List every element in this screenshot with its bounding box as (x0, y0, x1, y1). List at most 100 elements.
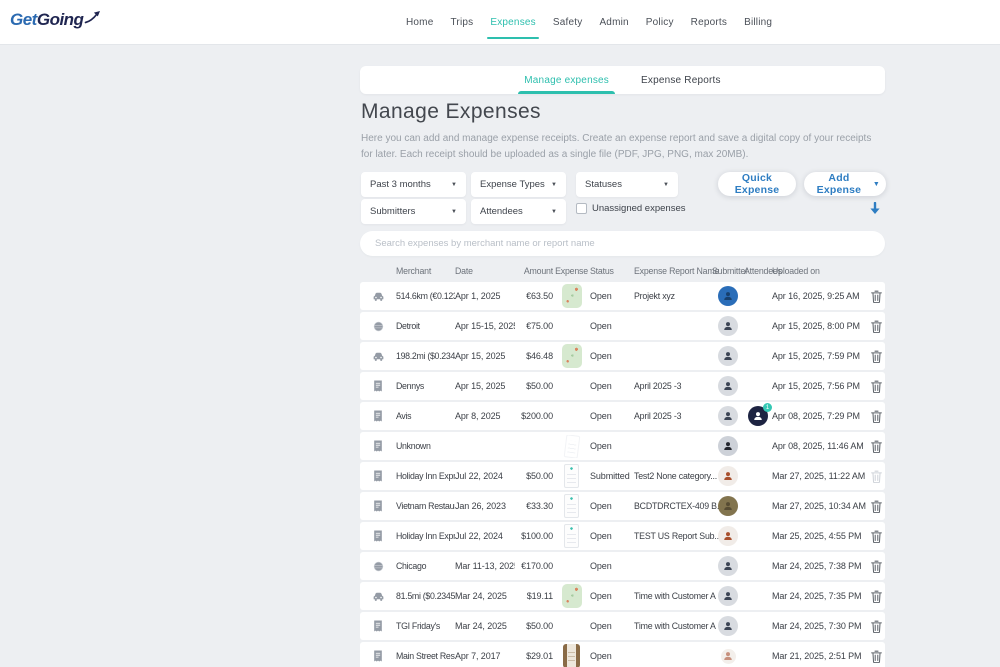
table-row[interactable]: Main Street Rest...Apr 7, 2017$29.01Open… (360, 642, 885, 667)
unassigned-expenses-label: Unassigned expenses (592, 203, 685, 214)
chevron-down-icon: ▼ (873, 181, 880, 188)
column-header-uploaded-on: Uploaded on (772, 266, 868, 276)
delete-expense-button[interactable] (868, 590, 885, 603)
search-input[interactable] (360, 231, 885, 256)
table-row[interactable]: 81.5mi ($0.2345...Mar 24, 2025$19.11Open… (360, 582, 885, 610)
receipt-thumbnail[interactable] (553, 584, 590, 608)
delete-expense-button[interactable] (868, 530, 885, 543)
delete-expense-button[interactable] (868, 380, 885, 393)
table-row[interactable]: UnknownOpenApr 08, 2025, 11:46 AM (360, 432, 885, 460)
download-arrow-icon (869, 202, 881, 216)
expense-amount: €75.00 (515, 321, 553, 331)
delete-expense-button[interactable] (868, 440, 885, 453)
table-row[interactable]: DetroitApr 15-15, 2025€75.00OpenApr 15, … (360, 312, 885, 340)
download-expenses-button[interactable] (869, 202, 881, 219)
receipt-icon (360, 620, 396, 632)
quick-expense-button[interactable]: Quick Expense (718, 172, 796, 196)
nav-item-admin[interactable]: Admin (599, 0, 628, 45)
nav-item-policy[interactable]: Policy (646, 0, 674, 45)
unassigned-expenses-control: Unassigned expenses (576, 203, 685, 214)
expense-date: Mar 24, 2025 (455, 591, 515, 601)
nav-item-reports[interactable]: Reports (691, 0, 727, 45)
submitter-avatar (712, 466, 744, 486)
submitter-avatar (712, 376, 744, 396)
trip-icon (360, 561, 396, 572)
nav-item-trips[interactable]: Trips (450, 0, 473, 45)
attendees-filter[interactable]: Attendees ▼ (471, 199, 566, 224)
tab-expense-reports[interactable]: Expense Reports (638, 66, 724, 94)
receipt-thumbnail[interactable] (553, 644, 590, 667)
date-range-filter[interactable]: Past 3 months ▼ (361, 172, 466, 197)
submitter-avatar (712, 406, 744, 426)
nav-item-expenses[interactable]: Expenses (490, 0, 536, 45)
statuses-filter-value: Statuses (585, 179, 622, 190)
tab-manage-expenses[interactable]: Manage expenses (521, 66, 612, 94)
delete-expense-button[interactable] (868, 290, 885, 303)
submitter-avatar (712, 616, 744, 636)
delete-expense-button[interactable] (868, 500, 885, 513)
submitters-filter[interactable]: Submitters ▼ (361, 199, 466, 224)
status-label: Open (590, 291, 634, 301)
submitter-avatar (712, 496, 744, 516)
receipt-thumbnail[interactable] (553, 464, 590, 488)
table-row[interactable]: DennysApr 15, 2025$50.00OpenApril 2025 -… (360, 372, 885, 400)
table-row[interactable]: Holiday Inn Expr...Jul 22, 2024$100.00Op… (360, 522, 885, 550)
nav-item-home[interactable]: Home (406, 0, 433, 45)
uploaded-timestamp: Mar 24, 2025, 7:30 PM (772, 621, 868, 631)
uploaded-timestamp: Apr 15, 2025, 7:59 PM (772, 351, 868, 361)
merchant-name: Avis (396, 411, 455, 421)
statuses-filter[interactable]: Statuses ▼ (576, 172, 678, 197)
expense-report-name: TEST US Report Sub... (634, 531, 712, 541)
expense-date: Apr 7, 2017 (455, 651, 515, 661)
main-nav: Home Trips Expenses Safety Admin Policy … (406, 0, 772, 45)
delete-expense-button[interactable] (868, 320, 885, 333)
delete-expense-button[interactable] (868, 350, 885, 363)
uploaded-timestamp: Mar 24, 2025, 7:38 PM (772, 561, 868, 571)
table-row[interactable]: Vietnam Restaur...Jan 26, 2023€33.30Open… (360, 492, 885, 520)
mileage-icon (360, 591, 396, 602)
nav-item-billing[interactable]: Billing (744, 0, 772, 45)
attendees-cell: 1 (744, 406, 772, 426)
submitter-avatar (712, 586, 744, 606)
unassigned-expenses-checkbox[interactable] (576, 203, 587, 214)
column-header-attendees: Attendees (744, 266, 772, 276)
submitter-avatar (712, 436, 744, 456)
expense-date: Apr 15-15, 2025 (455, 321, 515, 331)
table-row[interactable]: TGI Friday'sMar 24, 2025$50.00OpenTime w… (360, 612, 885, 640)
add-expense-button[interactable]: Add Expense ▼ (804, 172, 886, 196)
expense-date: Apr 15, 2025 (455, 351, 515, 361)
delete-expense-button[interactable] (868, 650, 885, 663)
table-row[interactable]: Holiday Inn Expr...Jul 22, 2024$50.00Sub… (360, 462, 885, 490)
nav-item-safety[interactable]: Safety (553, 0, 583, 45)
expense-report-name: BCDTDRCTEX-409 B... (634, 501, 712, 511)
column-header-expense: Expense (553, 266, 590, 276)
table-row[interactable]: 514.6km (€0.123...Apr 1, 2025€63.50OpenP… (360, 282, 885, 310)
status-label: Submitted (590, 471, 634, 481)
table-row[interactable]: ChicagoMar 11-13, 2025€170.00OpenMar 24,… (360, 552, 885, 580)
merchant-name: Unknown (396, 441, 455, 451)
uploaded-timestamp: Mar 27, 2025, 10:34 AM (772, 501, 868, 511)
status-label: Open (590, 591, 634, 601)
expense-types-filter[interactable]: Expense Types ▼ (471, 172, 566, 197)
table-row[interactable]: AvisApr 8, 2025$200.00OpenApril 2025 -31… (360, 402, 885, 430)
getgoing-logo[interactable]: GetGoing (10, 10, 101, 30)
date-range-filter-value: Past 3 months (370, 179, 431, 190)
receipt-icon (360, 440, 396, 452)
table-row[interactable]: 198.2mi ($0.234...Apr 15, 2025$46.48Open… (360, 342, 885, 370)
delete-expense-button[interactable] (868, 410, 885, 423)
delete-expense-button[interactable] (868, 560, 885, 573)
receipt-thumbnail[interactable] (553, 435, 590, 458)
delete-expense-button[interactable] (868, 470, 885, 483)
expense-amount: €63.50 (515, 291, 553, 301)
status-label: Open (590, 351, 634, 361)
receipt-thumbnail[interactable] (553, 524, 590, 548)
receipt-thumbnail[interactable] (553, 284, 590, 308)
submitter-avatar (712, 526, 744, 546)
app-window: GetGoing Home Trips Expenses Safety Admi… (0, 0, 1000, 667)
submitter-avatar (712, 346, 744, 366)
trip-icon (360, 321, 396, 332)
submitter-avatar (712, 316, 744, 336)
receipt-thumbnail[interactable] (553, 344, 590, 368)
delete-expense-button[interactable] (868, 620, 885, 633)
receipt-thumbnail[interactable] (553, 494, 590, 518)
